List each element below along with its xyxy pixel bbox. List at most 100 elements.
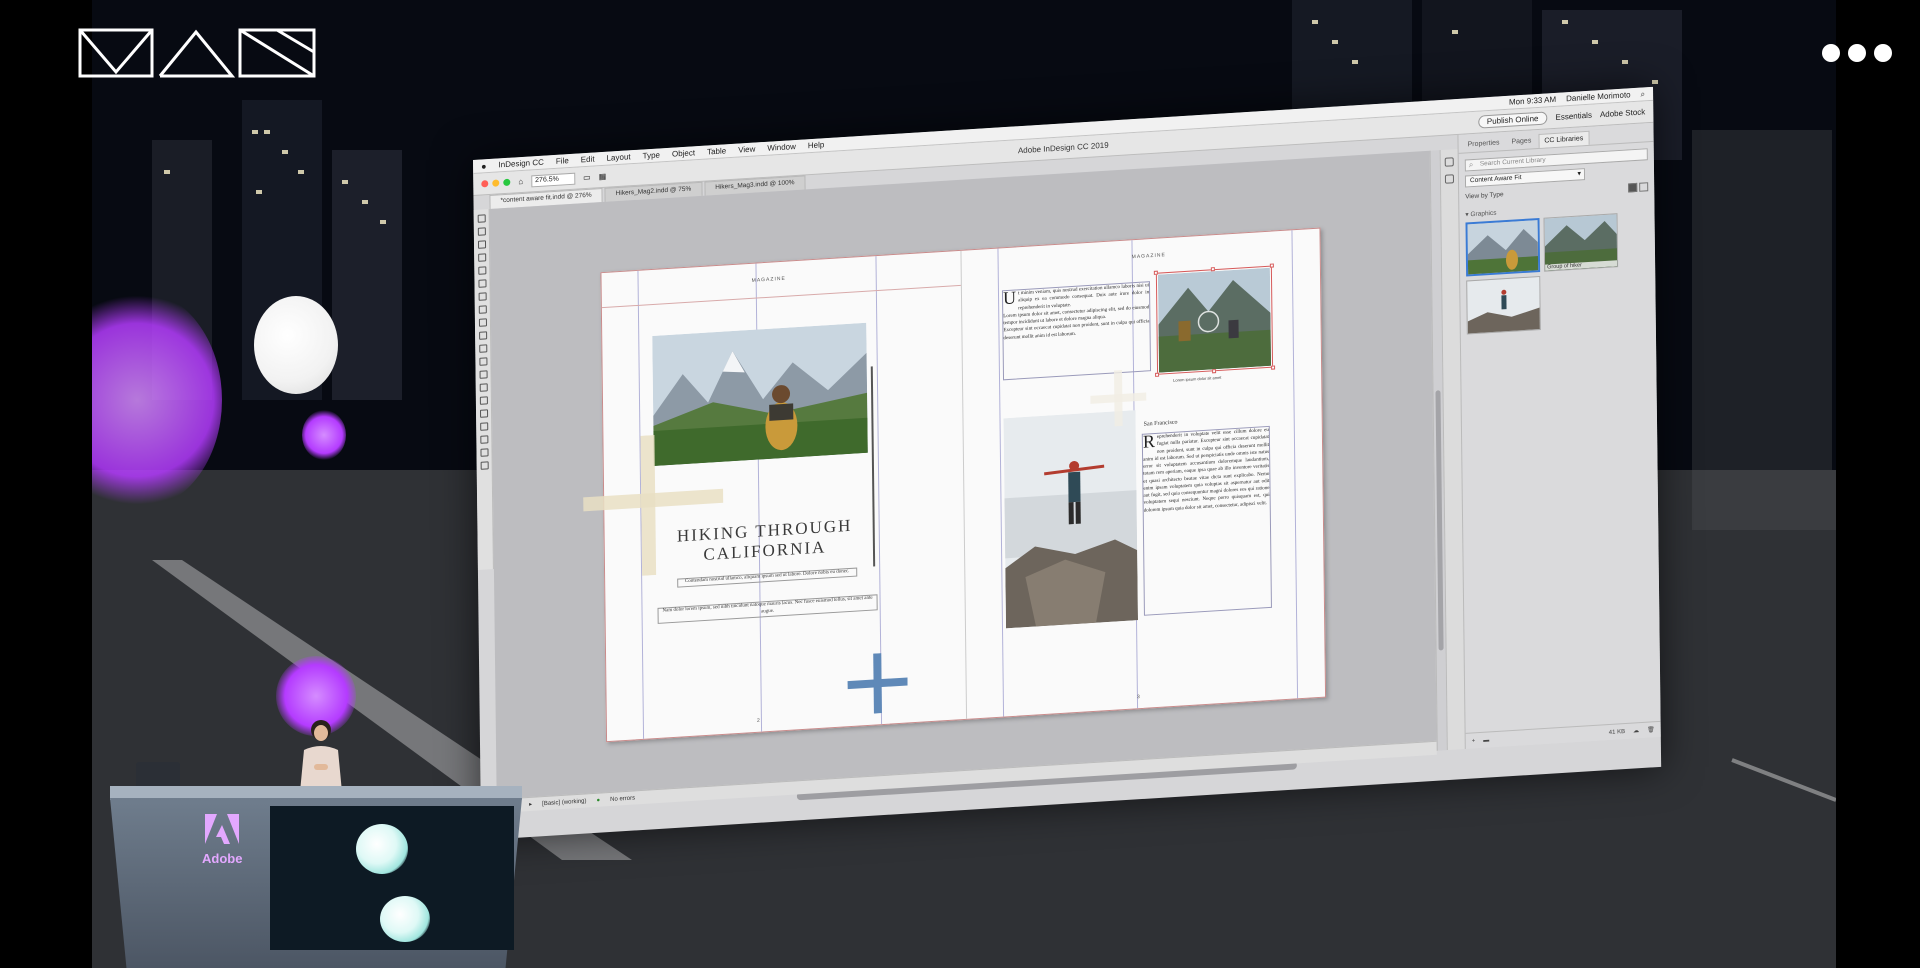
gap-tool-icon[interactable] [477,253,486,262]
zoom-tool-icon[interactable] [479,435,488,444]
zoom-window-icon[interactable] [503,178,511,187]
right-page[interactable]: MAGAZINE U t minim veniam, quis nostrud … [961,228,1327,718]
article-kicker[interactable]: San Francisco [1144,420,1178,428]
right-page-number: 3 [1136,694,1140,701]
adobe-logo: Adobe [202,814,242,874]
library-asset-hiker-rock[interactable] [1466,275,1541,335]
menu-table[interactable]: Table [707,146,726,156]
preflight-status-icon: ● [596,797,601,804]
decorative-plus-white [1090,369,1147,427]
adobe-a-icon [205,814,239,844]
article-body-text[interactable]: R eprehenderit in voluptate velit esse c… [1141,425,1272,616]
delete-icon[interactable]: 🗑 [1647,726,1655,733]
spotlight-search-icon[interactable]: ⌕ [1641,89,1646,99]
view-by-type-dropdown[interactable]: View by Type [1465,191,1504,202]
menu-edit[interactable]: Edit [581,154,595,164]
menubar-user[interactable]: Danielle Morimoto [1566,90,1631,103]
pencil-tool-icon[interactable] [478,318,487,327]
library-asset-hiker-path[interactable] [1465,217,1541,277]
home-icon[interactable]: ⌂ [518,177,523,186]
purple-glow-small [302,410,346,460]
line-tool-icon[interactable] [478,292,487,301]
free-transform-tool-icon[interactable] [479,370,488,379]
preflight-profile[interactable]: [Basic] (working) [542,798,586,807]
fill-stroke-icon[interactable] [479,448,489,457]
app-title: Adobe InDesign CC 2019 [1017,140,1109,156]
arrange-documents-icon[interactable]: ▦ [599,172,607,181]
tab-properties[interactable]: Properties [1462,136,1504,153]
close-window-icon[interactable] [481,180,489,188]
cyan-orb-bottom [380,896,430,942]
hand-tool-icon[interactable] [479,422,488,431]
workspace-switcher[interactable]: Essentials [1555,111,1592,122]
asset-thumbnail [1467,219,1541,277]
library-selector[interactable]: Content Aware Fit [1464,168,1586,188]
menu-help[interactable]: Help [808,140,825,150]
apple-icon[interactable]: ● [481,161,487,171]
screen-mode-tool-icon[interactable] [480,461,489,470]
body-paragraph: eprehenderit in voluptate velit esse cil… [1143,427,1270,514]
direct-selection-tool-icon[interactable] [477,227,486,236]
menu-indesign[interactable]: InDesign CC [498,158,543,170]
gradient-tool-icon[interactable] [479,383,488,392]
list-view-icon[interactable] [1639,182,1649,192]
next-page-icon[interactable]: ▸ [529,801,532,808]
podium: Adobe [110,762,522,968]
pasteboard[interactable]: MAGAZINE HIKING THROUGH CALIFORNIA Conte… [489,150,1437,810]
layers-icon[interactable] [1444,157,1454,167]
tab-cc-libraries[interactable]: CC Libraries [1538,130,1590,148]
view-toggle-group [1628,182,1649,193]
cyan-orb-top [356,824,408,874]
menu-view[interactable]: View [738,144,755,154]
window-controls [481,178,511,188]
preflight-status[interactable]: No errors [610,795,635,803]
adobe-stock-search-input[interactable]: Adobe Stock [1600,107,1645,119]
menubar-clock: Mon 9:33 AM [1508,94,1557,107]
hiker-on-rock-photo[interactable] [1003,410,1139,629]
page-tool-icon[interactable] [477,240,486,249]
minimize-window-icon[interactable] [492,179,500,187]
max-logo [78,28,316,78]
cc-libraries-panel: Properties Pages CC Libraries Search Cur… [1457,122,1661,749]
library-size: 41 KB [1608,728,1626,736]
laptop [136,762,180,788]
library-asset-group-of-hikers[interactable]: Group of hiker [1543,213,1619,272]
content-collector-icon[interactable] [477,266,486,275]
add-content-icon[interactable]: + [1472,738,1476,744]
pen-tool-icon[interactable] [478,305,487,314]
podium-top [110,786,522,800]
folder-icon[interactable]: ▬ [1483,737,1489,743]
links-icon[interactable] [1444,174,1455,184]
menu-layout[interactable]: Layout [607,152,631,162]
menu-window[interactable]: Window [767,142,796,153]
note-tool-icon[interactable] [479,396,488,405]
menu-object[interactable]: Object [672,148,695,158]
eyedropper-tool-icon[interactable] [479,409,488,418]
grid-view-icon[interactable] [1628,182,1638,193]
selection-tool-icon[interactable] [477,214,486,223]
photo-caption: Lorem ipsum dolor sit amet [1173,374,1222,383]
decorative-plus-cream [583,434,724,576]
more-options-icon[interactable] [1822,44,1892,62]
sync-status-icon: ☁ [1633,728,1640,735]
right-top-text-frame[interactable]: U t minim veniam, quis nostrud exercitat… [1001,281,1152,381]
type-tool-icon[interactable] [477,279,487,288]
zoom-level-field[interactable]: 276.5% [531,172,576,187]
menu-file[interactable]: File [556,156,569,166]
panel-footer: + ▬ 41 KB ☁ 🗑 [1465,720,1661,749]
presenter [300,720,342,792]
tab-pages[interactable]: Pages [1506,134,1536,150]
screen-mode-icon[interactable]: ▭ [583,173,591,182]
left-page-number: 2 [756,717,760,724]
library-assets-grid: Group of hiker [1465,211,1649,335]
menu-type[interactable]: Type [643,150,660,160]
rectangle-frame-tool-icon[interactable] [478,331,487,340]
article-intro[interactable]: Nam dolor lorem ipsum, sed nibh tincidun… [657,594,878,624]
selected-image-frame[interactable] [1153,263,1276,377]
scissors-tool-icon[interactable] [478,357,487,366]
running-head-right: MAGAZINE [1131,252,1166,261]
publish-online-button[interactable]: Publish Online [1477,111,1548,129]
podium-screen [270,806,514,950]
rectangle-tool-icon[interactable] [478,344,487,353]
decorative-plus-blue [847,653,908,714]
